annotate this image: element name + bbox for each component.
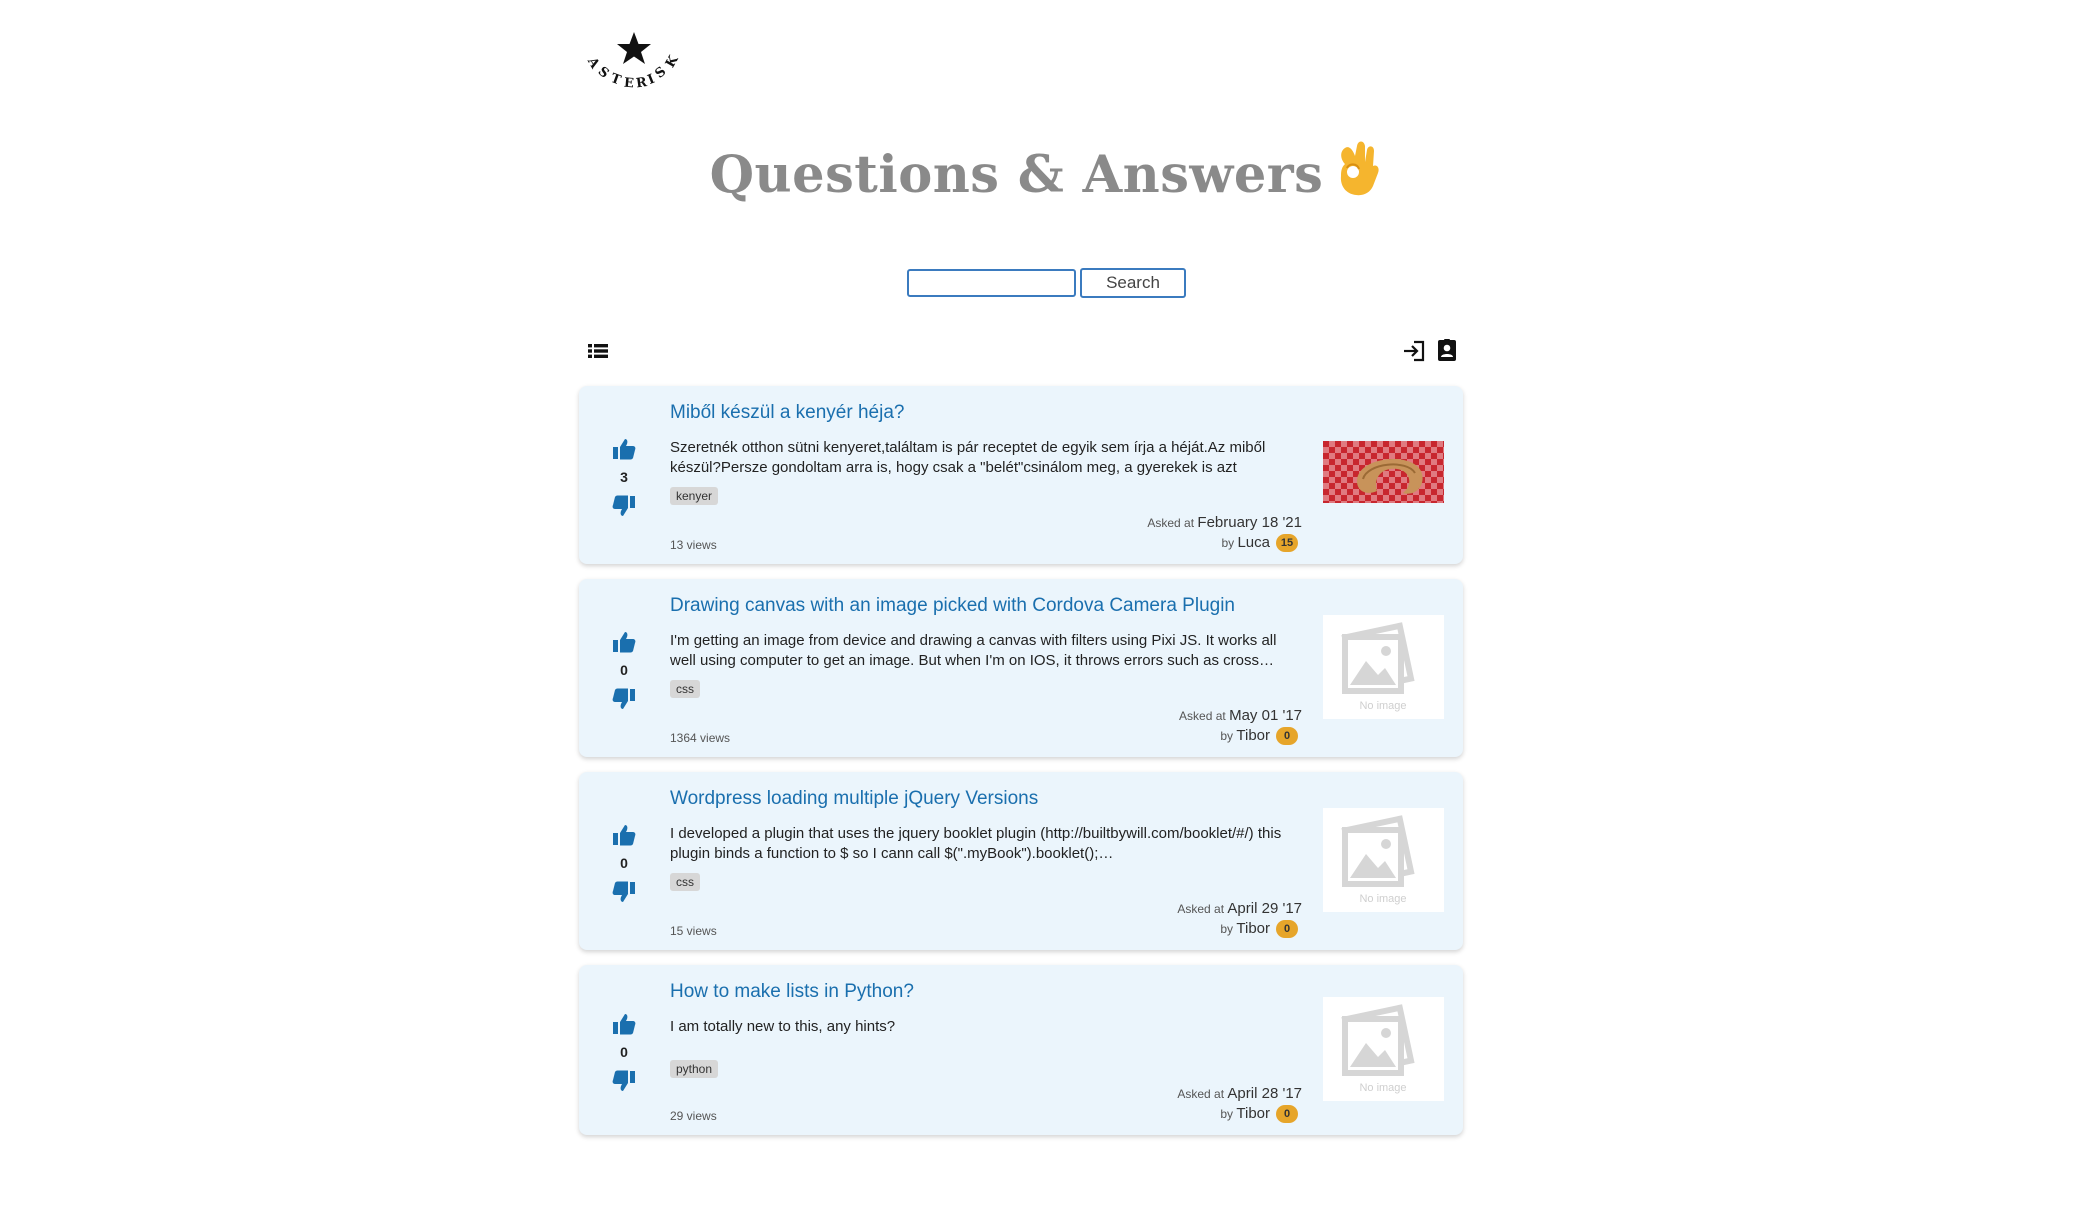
author-link[interactable]: Tibor [1236,727,1270,744]
no-image-placeholder: No image [1323,808,1444,912]
vote-widget: 0 [604,1011,644,1094]
asked-label: Asked at [1177,902,1225,916]
svg-text:T: T [609,71,624,89]
author-byline: by Tibor 0 [1220,1105,1298,1123]
asked-date: Asked at May 01 '17 [1179,707,1302,724]
no-image-placeholder: No image [1323,615,1444,719]
asked-date: Asked at April 29 '17 [1177,900,1302,917]
reputation-badge: 0 [1276,920,1298,938]
login-icon[interactable] [1401,338,1427,364]
asked-date-value: February 18 '21 [1197,514,1302,531]
no-image-caption: No image [1359,893,1406,905]
thumbs-down-icon[interactable] [611,493,637,519]
asked-date-value: April 28 '17 [1227,1085,1302,1102]
bread-photo [1323,441,1444,503]
by-label: by [1221,536,1235,550]
vote-count: 0 [620,1044,628,1060]
by-label: by [1220,922,1234,936]
vote-widget: 0 [604,822,644,905]
author-link[interactable]: Luca [1237,534,1270,551]
vote-count: 0 [620,662,628,678]
no-image-placeholder: No image [1323,997,1444,1101]
asked-label: Asked at [1147,516,1195,530]
author-byline: by Tibor 0 [1220,920,1298,938]
view-count: 1364 views [670,731,731,745]
profile-icon[interactable] [1435,338,1459,362]
asked-date: Asked at April 28 '17 [1177,1085,1302,1102]
vote-widget: 3 [604,436,644,519]
author-byline: by Luca 15 [1221,534,1298,552]
question-title-link[interactable]: How to make lists in Python? [670,981,914,1003]
asked-date-value: April 29 '17 [1227,900,1302,917]
question-excerpt: I developed a plugin that uses the jquer… [670,825,1282,862]
thumbs-down-icon[interactable] [611,1068,637,1094]
svg-text:E: E [623,76,634,90]
svg-text:S: S [595,64,612,82]
by-label: by [1220,1107,1234,1121]
question-title-link[interactable]: Drawing canvas with an image picked with… [670,595,1235,617]
logo-graphic: A S T E R I S K [585,32,682,90]
by-label: by [1220,729,1234,743]
question-card: 0 Drawing canvas with an image picked wi… [579,579,1463,757]
vote-count: 3 [620,469,628,485]
asked-label: Asked at [1179,709,1226,723]
tag-css[interactable]: css [670,873,700,891]
tag-python[interactable]: python [670,1060,719,1078]
thumbs-up-icon[interactable] [611,629,637,655]
thumbs-up-icon[interactable] [611,436,637,462]
svg-text:K: K [663,53,682,71]
question-excerpt: I'm getting an image from device and dra… [670,632,1277,669]
question-list: 3 Miből készül a kenyér héja? Szeretnék … [579,386,1463,1150]
author-link[interactable]: Tibor [1236,920,1270,937]
page-title-text: Questions & Answers [709,145,1324,205]
tag-css[interactable]: css [670,680,700,698]
author-byline: by Tibor 0 [1220,727,1298,745]
thumbs-up-icon[interactable] [611,1011,637,1037]
view-count: 29 views [670,1109,717,1123]
no-image-caption: No image [1359,700,1406,712]
asked-date: Asked at February 18 '21 [1147,514,1302,531]
no-image-caption: No image [1359,1082,1406,1094]
vote-widget: 0 [604,629,644,712]
question-excerpt: I am totally new to this, any hints? [670,1018,896,1035]
search-button[interactable]: Search [1080,268,1186,298]
thumbs-up-icon[interactable] [611,822,637,848]
thumbs-down-icon[interactable] [611,879,637,905]
asked-date-value: May 01 '17 [1229,707,1302,724]
question-title-link[interactable]: Wordpress loading multiple jQuery Versio… [670,788,1038,810]
author-link[interactable]: Tibor [1236,1105,1270,1122]
question-card: 0 Wordpress loading multiple jQuery Vers… [579,772,1463,950]
reputation-badge: 0 [1276,1105,1298,1123]
question-card: 3 Miből készül a kenyér héja? Szeretnék … [579,386,1463,564]
reputation-badge: 15 [1276,534,1298,552]
reputation-badge: 0 [1276,727,1298,745]
asked-label: Asked at [1177,1087,1225,1101]
search-input[interactable] [907,269,1076,297]
page: A S T E R I S K Questions & Answers Sear… [0,0,2093,1222]
thumbs-down-icon[interactable] [611,686,637,712]
list-icon[interactable] [587,340,609,362]
vote-count: 0 [620,855,628,871]
question-title-link[interactable]: Miből készül a kenyér héja? [670,402,904,424]
question-excerpt: Szeretnék otthon sütni kenyeret,találtam… [670,439,1266,476]
search-bar: Search [0,268,2093,298]
ok-hand-icon [1333,136,1383,198]
tag-kenyer[interactable]: kenyer [670,487,719,505]
question-card: 0 How to make lists in Python? I am tota… [579,965,1463,1135]
svg-text:S: S [652,64,669,82]
view-count: 13 views [670,538,717,552]
asterisk-logo[interactable]: A S T E R I S K [585,30,683,90]
view-count: 15 views [670,924,717,938]
page-title: Questions & Answers [0,136,2093,205]
